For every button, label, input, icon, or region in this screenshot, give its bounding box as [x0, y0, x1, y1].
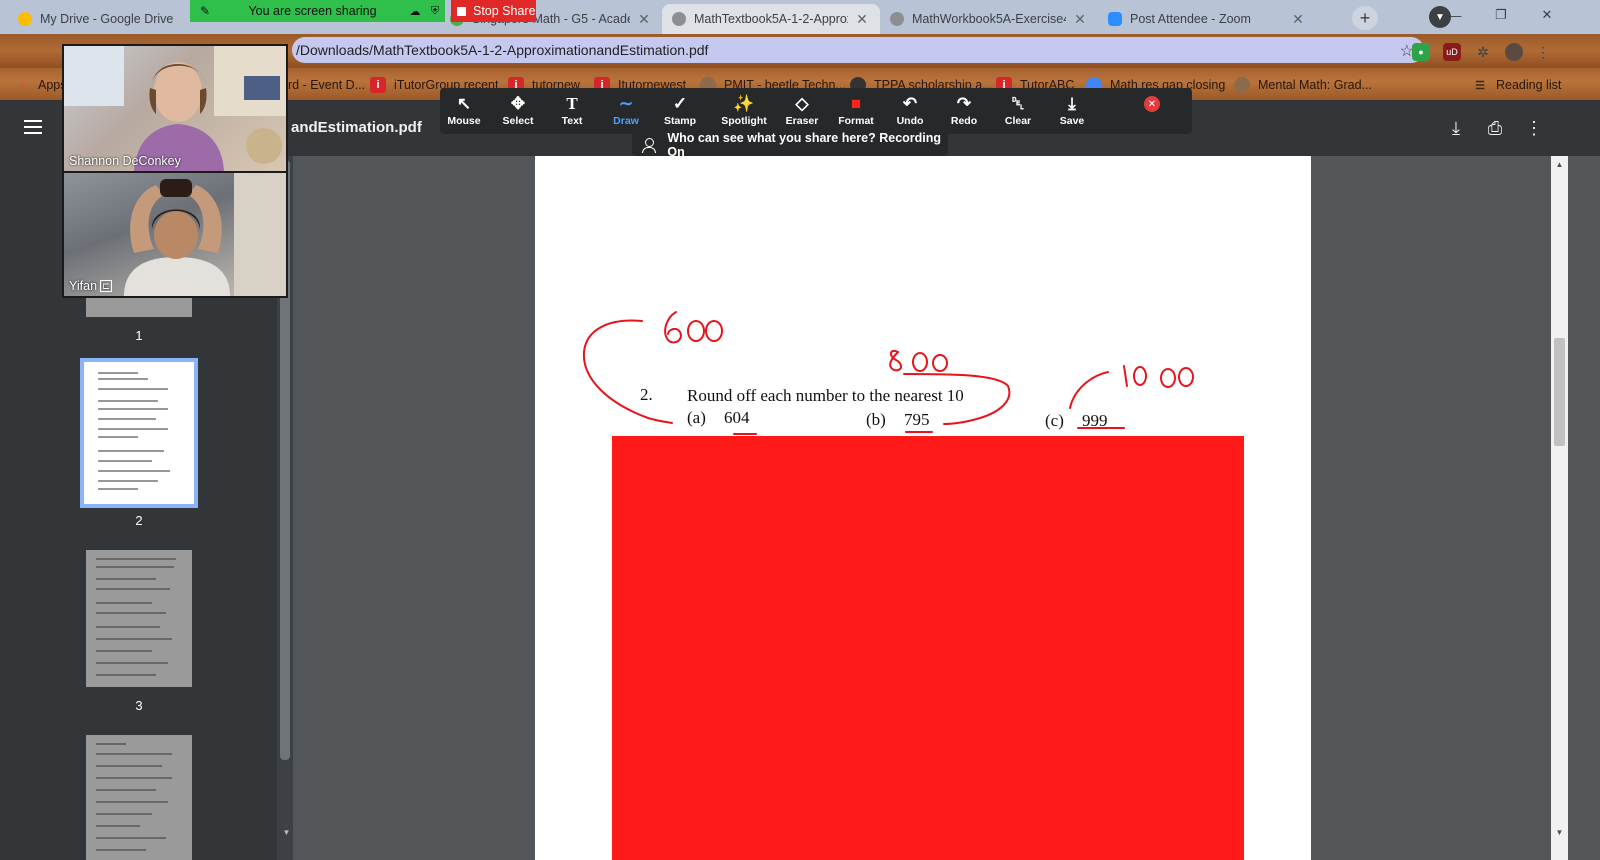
spotlight-icon: ✨: [733, 94, 755, 113]
participant-avatar: [124, 173, 286, 296]
tool-undo[interactable]: ↶ Undo: [884, 93, 936, 127]
document-scrollbar-thumb[interactable]: [1554, 338, 1565, 446]
scroll-down-arrow[interactable]: ▼: [1553, 828, 1566, 840]
move-icon: ✥: [510, 94, 526, 113]
tool-text[interactable]: T Text: [546, 93, 598, 127]
tool-clear[interactable]: ␡ Clear: [992, 93, 1044, 127]
tool-label: Format: [838, 115, 874, 127]
ink-stroke: [1160, 368, 1176, 388]
ink-stroke: [687, 320, 705, 342]
tool-spotlight[interactable]: ✨ Spotlight: [714, 93, 774, 127]
captions-icon: ⊏: [100, 280, 112, 292]
ink-stroke: [912, 352, 928, 372]
tool-label: Mouse: [447, 115, 481, 127]
ink-stroke: [664, 311, 682, 344]
participant-avatar: [64, 46, 286, 171]
cursor-icon: ↖: [456, 94, 472, 113]
tool-draw[interactable]: ∼ Draw: [600, 93, 652, 127]
ink-stroke: [1123, 365, 1128, 387]
ink-stroke: [932, 354, 948, 372]
ink-stroke: [582, 319, 673, 424]
tool-mouse[interactable]: ↖ Mouse: [438, 93, 490, 127]
save-icon: ⤓: [1068, 94, 1076, 113]
ink-stroke: [1178, 367, 1194, 387]
trash-icon: ␡: [1011, 94, 1025, 113]
ink-stroke: [889, 350, 902, 372]
zoom-annotation-toolbar: ↖ Mouse ✥ Select T Text ∼ Draw ✓ Stamp ✨…: [440, 88, 1192, 134]
tool-select[interactable]: ✥ Select: [492, 93, 544, 127]
tool-label: Draw: [613, 115, 639, 127]
tool-label: Stamp: [663, 115, 697, 127]
document-scrollbar[interactable]: [1551, 156, 1568, 860]
ink-stroke: [705, 320, 723, 342]
tool-save[interactable]: ⤓ Save: [1046, 93, 1098, 127]
tool-eraser[interactable]: ◇ Eraser: [776, 93, 828, 127]
stamp-icon: ✓: [672, 94, 688, 113]
tool-label: Undo: [896, 115, 924, 127]
ink-stroke: [903, 373, 1011, 425]
ink-stroke: [1069, 371, 1109, 409]
recording-notice[interactable]: Who can see what you share here? Recordi…: [632, 130, 948, 159]
tool-label: Text: [561, 115, 583, 127]
format-icon: ■: [850, 94, 862, 113]
person-icon: [642, 137, 657, 153]
eraser-icon: ◇: [795, 94, 809, 113]
tool-label: Clear: [1004, 115, 1032, 127]
participant-name: Yifan: [69, 279, 98, 293]
redo-icon: ↷: [956, 94, 972, 113]
draw-icon: ∼: [618, 94, 634, 113]
tool-label: Eraser: [785, 115, 819, 127]
tool-label: Save: [1059, 115, 1085, 127]
tool-format[interactable]: ■ Format: [830, 93, 882, 127]
tool-label: Spotlight: [721, 115, 767, 127]
recording-notice-text: Who can see what you share here? Recordi…: [667, 130, 942, 159]
close-annotation-button[interactable]: ✕: [1144, 96, 1160, 112]
tool-label: Select: [502, 115, 534, 127]
participant-video-2[interactable]: [64, 173, 286, 296]
text-icon: T: [566, 94, 578, 113]
undo-icon: ↶: [902, 94, 918, 113]
tool-label: Redo: [950, 115, 978, 127]
participant-video-1[interactable]: [64, 46, 286, 171]
tool-stamp[interactable]: ✓ Stamp: [654, 93, 706, 127]
ink-stroke: [1133, 366, 1147, 386]
scroll-up-arrow[interactable]: ▲: [1553, 160, 1566, 172]
tool-redo[interactable]: ↷ Redo: [938, 93, 990, 127]
participant-name: Shannon DeConkey: [69, 154, 181, 168]
